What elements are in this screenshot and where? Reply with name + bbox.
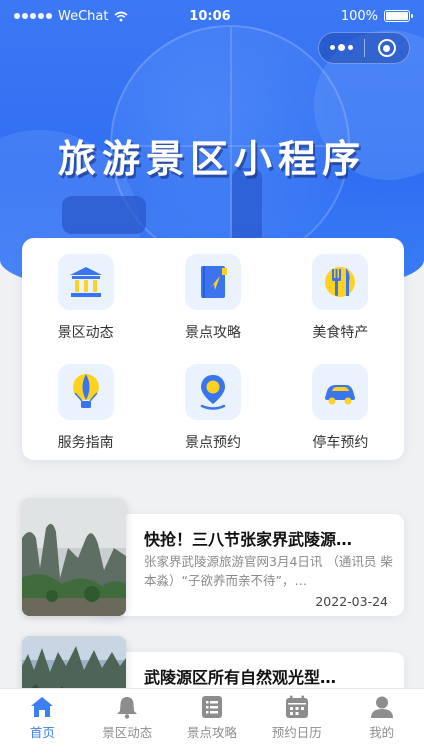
menu-item-label: 美食特产 (312, 325, 369, 341)
news-title: 武陵源区所有自然观光型… (144, 668, 337, 687)
news-thumbnail (22, 498, 126, 616)
status-bar: WeChat 10:06 100% (0, 0, 424, 32)
tab-attraction-guide[interactable]: 景点攻略 (170, 689, 255, 754)
tab-mine[interactable]: 我的 (339, 689, 424, 754)
news-item[interactable]: 快抢！三八节张家界武陵源… 张家界武陵源旅游官网3月4日讯 （通讯员 柴本淼）“… (22, 498, 404, 616)
location-pin-icon (184, 364, 241, 420)
tab-label: 首页 (29, 725, 55, 740)
luggage-illustration (62, 196, 146, 234)
tab-label: 预约日历 (271, 725, 322, 740)
tab-label: 景区动态 (102, 725, 153, 740)
museum-icon (57, 254, 114, 310)
hot-air-balloon-icon (57, 364, 114, 420)
tab-label: 景点攻略 (186, 725, 237, 740)
menu-item-attraction-booking[interactable]: 景点预约 (149, 354, 276, 464)
guidebook-icon (184, 254, 241, 310)
news-title: 快抢！三八节张家界武陵源… (144, 530, 353, 549)
menu-item-label: 服务指南 (57, 435, 114, 451)
menu-item-label: 停车预约 (312, 435, 369, 451)
bell-icon (117, 697, 138, 719)
miniprogram-capsule (318, 32, 410, 64)
home-icon (31, 697, 54, 717)
wifi-icon (114, 11, 128, 21)
user-icon (370, 696, 393, 718)
battery-icon (384, 10, 413, 22)
carrier-label: WeChat (58, 8, 109, 24)
news-summary: 张家界武陵源旅游官网3月4日讯 （通讯员 柴本淼）“子欲养而亲不待”，… (144, 554, 393, 588)
menu-item-parking-booking[interactable]: 停车预约 (277, 354, 404, 464)
menu-item-attraction-guide[interactable]: 景点攻略 (149, 244, 276, 354)
menu-item-service-guide[interactable]: 服务指南 (22, 354, 149, 464)
bottom-tab-bar: 首页 景区动态 景点攻略 预约日历 我的 (0, 688, 424, 754)
clock: 10:06 (189, 8, 231, 24)
news-date: 2022-03-24 (315, 594, 388, 609)
car-icon (312, 364, 369, 420)
tab-home[interactable]: 首页 (0, 689, 85, 754)
menu-item-label: 景点攻略 (184, 325, 241, 341)
menu-item-scenic-news[interactable]: 景区动态 (22, 244, 149, 354)
close-miniprogram-icon[interactable] (364, 39, 409, 57)
tab-booking-calendar[interactable]: 预约日历 (254, 689, 339, 754)
tab-scenic-news[interactable]: 景区动态 (85, 689, 170, 754)
tab-label: 我的 (369, 725, 395, 740)
menu-item-label: 景点预约 (184, 435, 241, 451)
page-title: 旅游景区小程序 (57, 137, 366, 181)
calendar-icon (285, 695, 308, 718)
signal-icon (14, 13, 52, 19)
menu-item-label: 景区动态 (57, 325, 114, 341)
menu-item-food-specialty[interactable]: 美食特产 (277, 244, 404, 354)
menu-grid: 景区动态 景点攻略 美食特产 服务指南 景点预约 停车预约 (22, 238, 404, 460)
more-options-icon[interactable] (319, 44, 364, 51)
fork-knife-icon (312, 254, 369, 310)
battery-percent: 100% (340, 8, 378, 24)
list-icon (201, 696, 222, 718)
